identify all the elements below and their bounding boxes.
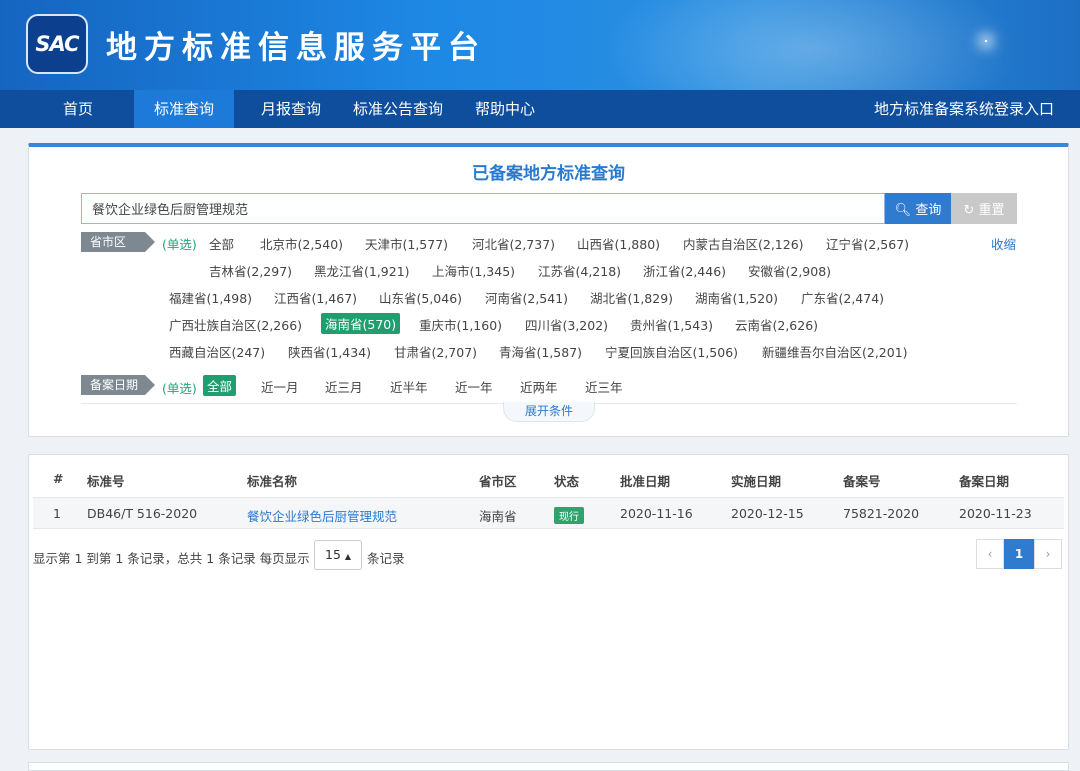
caret-up-icon: ▲	[344, 552, 352, 561]
province-option[interactable]: 四川省(3,202)	[525, 315, 608, 334]
province-filter-label: 省市区	[81, 232, 155, 252]
sac-logo[interactable]: SAC	[26, 14, 88, 74]
date-option-active[interactable]: 全部	[203, 375, 237, 396]
province-option[interactable]: 黑龙江省(1,921)	[314, 261, 410, 280]
province-option[interactable]: 广东省(2,474)	[801, 288, 884, 307]
prev-page-button[interactable]: ‹	[976, 539, 1004, 569]
province-option[interactable]: 山东省(5,046)	[379, 288, 462, 307]
column-header-standard-name[interactable]: 标准名称	[247, 471, 297, 490]
date-single-select: (单选)	[162, 381, 197, 396]
province-option[interactable]: 北京市(2,540)	[260, 234, 343, 253]
column-header-record-date[interactable]: 备案日期	[959, 471, 1009, 490]
date-option[interactable]: 近半年	[390, 377, 428, 396]
province-option[interactable]: 吉林省(2,297)	[209, 261, 292, 280]
province-option[interactable]: 贵州省(1,543)	[630, 315, 713, 334]
site-title: 地方标准信息服务平台	[106, 30, 486, 66]
query-button-label: 查询	[915, 203, 942, 218]
nav-item-standard-query[interactable]: 标准查询	[134, 90, 234, 128]
nav-item-home[interactable]: 首页	[38, 90, 118, 128]
reset-button[interactable]: ↻ 重置	[951, 193, 1017, 224]
province-option[interactable]: 内蒙古自治区(2,126)	[683, 234, 804, 253]
province-option[interactable]: 河北省(2,737)	[472, 234, 555, 253]
page-button-current[interactable]: 1	[1004, 539, 1034, 569]
standard-name-link[interactable]: 餐饮企业绿色后厨管理规范	[247, 506, 397, 525]
province-option[interactable]: 甘肃省(2,707)	[394, 342, 477, 361]
logo-text: SAC	[35, 32, 79, 56]
date-option[interactable]: 近一年	[455, 377, 493, 396]
cell-standard-no: DB46/T 516-2020	[87, 506, 198, 521]
province-option-active[interactable]: 海南省(570)	[321, 313, 401, 334]
cell-approval-date: 2020-11-16	[620, 506, 693, 521]
province-option[interactable]: 青海省(1,587)	[499, 342, 582, 361]
date-option[interactable]: 近三年	[585, 377, 623, 396]
column-header-status[interactable]: 状态	[554, 471, 579, 490]
cell-implement-date: 2020-12-15	[731, 506, 804, 521]
column-header-index[interactable]: #	[53, 471, 63, 486]
date-option[interactable]: 近一月	[261, 377, 299, 396]
province-single-select: (单选)	[162, 237, 197, 252]
banner-glow	[600, 0, 1020, 90]
column-header-province[interactable]: 省市区	[479, 471, 517, 490]
cell-index: 1	[53, 506, 61, 521]
search-panel: 已备案地方标准查询 🔍︎ 查询 ↻ 重置 省市区 (单选) 全部 北京市(2,5…	[28, 143, 1069, 437]
cell-record-no: 75821-2020	[843, 506, 920, 521]
next-page-button[interactable]: ›	[1034, 539, 1062, 569]
search-panel-title: 已备案地方标准查询	[472, 164, 625, 184]
province-option[interactable]: 陕西省(1,434)	[288, 342, 371, 361]
province-option[interactable]: 云南省(2,626)	[735, 315, 818, 334]
search-input[interactable]	[81, 193, 885, 224]
status-badge: 现行	[554, 507, 584, 524]
province-option[interactable]: 江西省(1,467)	[274, 288, 357, 307]
province-option[interactable]: 上海市(1,345)	[432, 261, 515, 280]
page-size-select[interactable]: 15 ▲	[314, 540, 362, 570]
province-option[interactable]: 辽宁省(2,567)	[826, 234, 909, 253]
login-link[interactable]: 地方标准备案系统登录入口	[874, 90, 1054, 128]
date-filter-label: 备案日期	[81, 375, 155, 395]
column-header-record-no[interactable]: 备案号	[843, 471, 881, 490]
province-option[interactable]: 安徽省(2,908)	[748, 261, 831, 280]
province-option[interactable]: 河南省(2,541)	[485, 288, 568, 307]
pagination: ‹ 1 ›	[976, 539, 1062, 569]
main-nav: 首页 标准查询 月报查询 标准公告查询 帮助中心 地方标准备案系统登录入口	[0, 90, 1080, 128]
header-banner: SAC 地方标准信息服务平台	[0, 0, 1080, 90]
province-option[interactable]: 湖北省(1,829)	[590, 288, 673, 307]
expand-conditions-button[interactable]: 展开条件	[503, 402, 595, 422]
province-option[interactable]: 天津市(1,577)	[365, 234, 448, 253]
pagination-info: 显示第 1 到第 1 条记录，总共 1 条记录 每页显示	[33, 551, 310, 566]
column-header-implement-date[interactable]: 实施日期	[731, 471, 781, 490]
province-option[interactable]: 新疆维吾尔自治区(2,201)	[762, 342, 908, 361]
page-size-suffix: 条记录	[367, 551, 405, 566]
cell-record-date: 2020-11-23	[959, 506, 1032, 521]
province-option[interactable]: 全部	[209, 234, 234, 253]
cell-province: 海南省	[479, 509, 517, 524]
province-option[interactable]: 湖南省(1,520)	[695, 288, 778, 307]
province-option[interactable]: 浙江省(2,446)	[643, 261, 726, 280]
banner-star	[985, 40, 987, 42]
province-option[interactable]: 山西省(1,880)	[577, 234, 660, 253]
results-panel: # 标准号 标准名称 省市区 状态 批准日期 实施日期 备案号 备案日期 1 D…	[28, 454, 1069, 750]
reset-button-label: 重置	[978, 203, 1005, 218]
search-icon: 🔍︎	[894, 203, 912, 218]
province-option[interactable]: 宁夏回族自治区(1,506)	[605, 342, 738, 361]
column-header-approval-date[interactable]: 批准日期	[620, 471, 670, 490]
query-button[interactable]: 🔍︎ 查询	[885, 193, 951, 224]
page-size-value: 15	[325, 547, 341, 562]
province-option[interactable]: 福建省(1,498)	[169, 288, 252, 307]
collapse-link[interactable]: 收缩	[991, 234, 1016, 253]
province-option[interactable]: 广西壮族自治区(2,266)	[169, 315, 302, 334]
province-option[interactable]: 重庆市(1,160)	[419, 315, 502, 334]
province-option[interactable]: 江苏省(4,218)	[538, 261, 621, 280]
footer-panel-edge	[28, 762, 1069, 771]
date-option[interactable]: 近两年	[520, 377, 558, 396]
date-option[interactable]: 近三月	[325, 377, 363, 396]
column-header-standard-no[interactable]: 标准号	[87, 471, 125, 490]
nav-item-monthly-report[interactable]: 月报查询	[248, 90, 334, 128]
refresh-icon: ↻	[963, 203, 975, 218]
nav-item-announcement[interactable]: 标准公告查询	[344, 90, 452, 128]
province-option[interactable]: 西藏自治区(247)	[169, 342, 265, 361]
nav-item-help[interactable]: 帮助中心	[464, 90, 546, 128]
